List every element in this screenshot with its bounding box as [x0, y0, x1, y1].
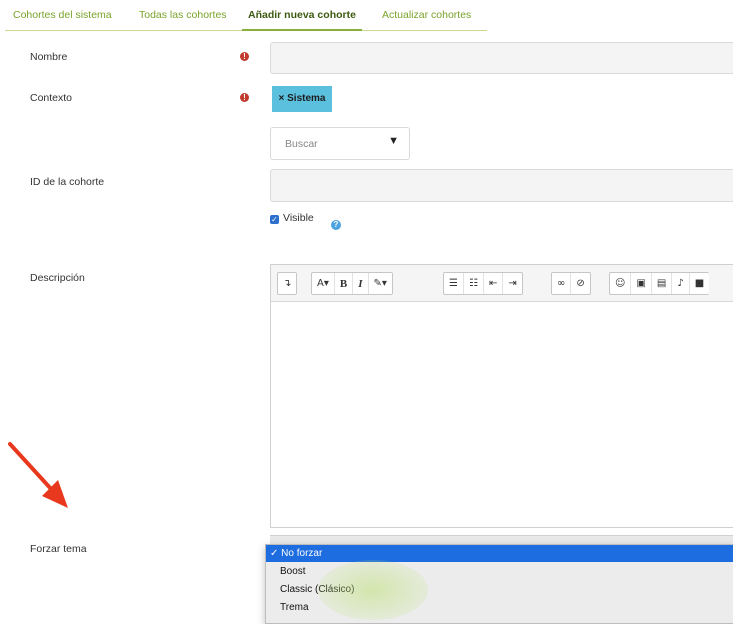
image-icon[interactable]: ▣ [631, 273, 652, 294]
force-theme-label: Forzar tema [30, 543, 87, 555]
theme-option-label: No forzar [281, 548, 323, 559]
theme-option-classic[interactable]: Classic (Clásico) [266, 581, 733, 598]
visible-checkbox[interactable]: ✓ [270, 215, 279, 224]
bold-icon[interactable]: B [335, 273, 354, 294]
theme-option-trema[interactable]: Trema [266, 599, 733, 616]
text-color-icon[interactable]: ✎▾ [369, 273, 392, 294]
required-icon: ! [240, 52, 249, 61]
outdent-icon[interactable]: ⇤ [484, 273, 504, 294]
record-audio-icon[interactable]: ♪ [672, 273, 690, 294]
name-label: Nombre [30, 51, 68, 63]
cohort-id-input[interactable] [270, 169, 733, 202]
help-icon[interactable]: ? [331, 220, 341, 230]
unordered-list-icon[interactable]: ☰ [444, 273, 464, 294]
visible-label: Visible [283, 212, 314, 224]
ordered-list-icon[interactable]: ☷ [464, 273, 484, 294]
search-placeholder: Buscar [285, 138, 318, 150]
theme-dropdown-list: ✓ No forzar Boost Classic (Clásico) Trem… [265, 544, 733, 624]
emoticon-icon[interactable]: ☺ [610, 273, 632, 294]
tab-add-cohort[interactable]: Añadir nueva cohorte [242, 9, 362, 31]
dropdown-caret-icon: ▼ [388, 135, 399, 147]
theme-option-no-forzar[interactable]: ✓ No forzar [266, 545, 733, 562]
cohort-id-label: ID de la cohorte [30, 176, 105, 188]
editor-toolbar: ↴ A▾ B I ✎▾ ☰ ☷ ⇤ ⇥ ∞ ⊘ ☺ ▣ ▤ ♪ ■ [271, 265, 733, 302]
tab-upload-cohorts[interactable]: Actualizar cohortes [382, 9, 471, 21]
annotation-arrow-icon [8, 442, 68, 508]
tab-all-cohorts[interactable]: Todas las cohortes [139, 9, 227, 21]
tab-bar: Cohortes del sistema Todas las cohortes … [5, 0, 487, 31]
description-label: Descripción [30, 272, 85, 284]
record-video-icon[interactable]: ■ [690, 273, 709, 294]
context-search-select[interactable]: Buscar ▼ [270, 127, 410, 160]
context-label: Contexto [30, 92, 73, 104]
context-chip-sistema[interactable]: × Sistema [272, 86, 332, 112]
theme-option-boost[interactable]: Boost [266, 563, 733, 580]
italic-icon[interactable]: I [353, 273, 369, 294]
name-input[interactable] [270, 42, 733, 74]
check-icon: ✓ [270, 548, 279, 559]
link-icon[interactable]: ∞ [552, 273, 572, 294]
description-editor[interactable]: ↴ A▾ B I ✎▾ ☰ ☷ ⇤ ⇥ ∞ ⊘ ☺ ▣ ▤ ♪ ■ [270, 264, 733, 528]
indent-icon[interactable]: ⇥ [503, 273, 521, 294]
tab-system-cohorts[interactable]: Cohortes del sistema [13, 9, 112, 21]
unlink-icon[interactable]: ⊘ [571, 273, 589, 294]
media-icon[interactable]: ▤ [652, 273, 673, 294]
font-size-icon[interactable]: A▾ [312, 273, 335, 294]
required-icon: ! [240, 93, 249, 102]
collapse-icon[interactable]: ↴ [278, 273, 296, 294]
visible-checkbox-row[interactable]: ✓ Visible [270, 212, 314, 224]
